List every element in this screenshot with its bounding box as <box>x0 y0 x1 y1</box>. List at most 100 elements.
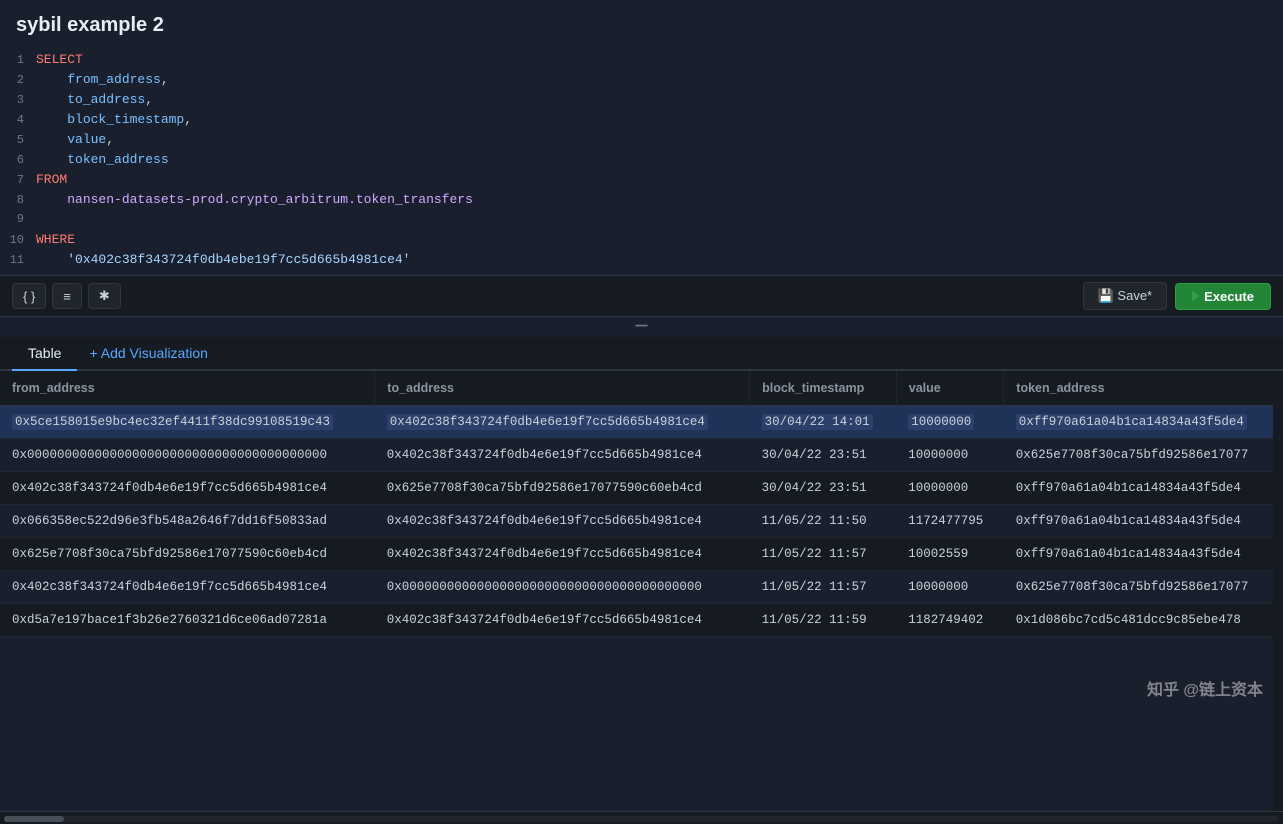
cell-block_timestamp: 30/04/22 23:51 <box>750 439 897 472</box>
table-header-row: from_address to_address block_timestamp … <box>0 371 1283 406</box>
add-visualization-button[interactable]: + Add Visualization <box>77 337 219 369</box>
cell-token_address: 0x1d086bc7cd5c481dcc9c85ebe478 <box>1004 604 1283 637</box>
line-number: 8 <box>0 193 36 207</box>
watermark: 知乎 @链上资本 <box>1147 676 1263 700</box>
table-row[interactable]: 0x066358ec522d96e3fb548a2646f7dd16f50833… <box>0 505 1283 538</box>
vertical-scrollbar[interactable] <box>1273 371 1283 811</box>
cell-block_timestamp: 30/04/22 14:01 <box>750 406 897 439</box>
cell-token_address: 0xff970a61a04b1ca14834a43f5de4 <box>1004 406 1283 439</box>
code-line-2: 2 from_address, <box>0 71 1283 91</box>
col-to-address: to_address <box>375 371 750 406</box>
code-line-9: 9 <box>0 211 1283 231</box>
cell-to_address: 0x625e7708f30ca75bfd92586e17077590c60eb4… <box>375 472 750 505</box>
horizontal-scrollbar[interactable] <box>0 811 1283 824</box>
line-content: block_timestamp, <box>36 112 192 127</box>
scrollbar-thumb <box>4 816 64 822</box>
line-number: 1 <box>0 53 36 67</box>
line-number: 9 <box>0 212 36 226</box>
code-line-6: 6 token_address <box>0 151 1283 171</box>
cell-block_timestamp: 11/05/22 11:50 <box>750 505 897 538</box>
line-number: 11 <box>0 253 36 267</box>
code-line-11: 11 '0x402c38f343724f0db4ebe19f7cc5d665b4… <box>0 251 1283 271</box>
toolbar-left: { } ≡ ✱ <box>12 283 121 309</box>
cell-block_timestamp: 11/05/22 11:57 <box>750 538 897 571</box>
cell-block_timestamp: 11/05/22 11:59 <box>750 604 897 637</box>
cell-value: 10000000 <box>896 439 1004 472</box>
results-table: from_address to_address block_timestamp … <box>0 371 1283 637</box>
save-label: Save* <box>1117 288 1152 303</box>
cell-to_address: 0x00000000000000000000000000000000000000… <box>375 571 750 604</box>
line-content: nansen-datasets-prod.crypto_arbitrum.tok… <box>36 192 473 207</box>
table-area[interactable]: from_address to_address block_timestamp … <box>0 371 1283 811</box>
save-button[interactable]: 💾 Save* <box>1083 282 1168 310</box>
cell-token_address: 0x625e7708f30ca75bfd92586e17077 <box>1004 571 1283 604</box>
cell-to_address: 0x402c38f343724f0db4e6e19f7cc5d665b4981c… <box>375 604 750 637</box>
cell-value: 1172477795 <box>896 505 1004 538</box>
code-line-1: 1SELECT <box>0 51 1283 71</box>
code-line-8: 8 nansen-datasets-prod.crypto_arbitrum.t… <box>0 191 1283 211</box>
line-number: 4 <box>0 113 36 127</box>
cell-from_address: 0x00000000000000000000000000000000000000… <box>0 439 375 472</box>
cell-block_timestamp: 11/05/22 11:57 <box>750 571 897 604</box>
line-content: SELECT <box>36 52 83 67</box>
format-list-button[interactable]: ≡ <box>52 283 82 309</box>
code-lines: 1SELECT2 from_address,3 to_address,4 blo… <box>0 47 1283 275</box>
drag-handle[interactable]: ━━ <box>0 317 1283 337</box>
line-content: WHERE <box>36 232 75 247</box>
line-number: 6 <box>0 153 36 167</box>
table-row[interactable]: 0x402c38f343724f0db4e6e19f7cc5d665b4981c… <box>0 571 1283 604</box>
toolbar: { } ≡ ✱ 💾 Save* Execute <box>0 276 1283 317</box>
line-number: 2 <box>0 73 36 87</box>
col-token-address: token_address <box>1004 371 1283 406</box>
line-content: to_address, <box>36 92 153 107</box>
code-line-5: 5 value, <box>0 131 1283 151</box>
save-icon: 💾 <box>1098 288 1114 303</box>
scrollbar-track <box>4 816 1279 822</box>
cell-token_address: 0xff970a61a04b1ca14834a43f5de4 <box>1004 472 1283 505</box>
cell-token_address: 0x625e7708f30ca75bfd92586e17077 <box>1004 439 1283 472</box>
table-row[interactable]: 0x00000000000000000000000000000000000000… <box>0 439 1283 472</box>
line-number: 3 <box>0 93 36 107</box>
line-number: 10 <box>0 233 36 247</box>
execute-button[interactable]: Execute <box>1175 283 1271 310</box>
col-value: value <box>896 371 1004 406</box>
format-star-button[interactable]: ✱ <box>88 283 121 309</box>
line-content: token_address <box>36 152 169 167</box>
table-row[interactable]: 0x5ce158015e9bc4ec32ef4411f38dc99108519c… <box>0 406 1283 439</box>
execute-icon <box>1192 291 1200 301</box>
execute-label: Execute <box>1204 289 1254 304</box>
cell-from_address: 0x625e7708f30ca75bfd92586e17077590c60eb4… <box>0 538 375 571</box>
cell-value: 1182749402 <box>896 604 1004 637</box>
col-block-timestamp: block_timestamp <box>750 371 897 406</box>
cell-block_timestamp: 30/04/22 23:51 <box>750 472 897 505</box>
cell-to_address: 0x402c38f343724f0db4e6e19f7cc5d665b4981c… <box>375 439 750 472</box>
cell-value: 10000000 <box>896 571 1004 604</box>
toolbar-right: 💾 Save* Execute <box>1083 282 1271 310</box>
code-line-3: 3 to_address, <box>0 91 1283 111</box>
table-body: 0x5ce158015e9bc4ec32ef4411f38dc99108519c… <box>0 406 1283 637</box>
table-row[interactable]: 0x625e7708f30ca75bfd92586e17077590c60eb4… <box>0 538 1283 571</box>
cell-from_address: 0xd5a7e197bace1f3b26e2760321d6ce06ad0728… <box>0 604 375 637</box>
line-content: '0x402c38f343724f0db4ebe19f7cc5d665b4981… <box>36 252 410 267</box>
page-title: sybil example 2 <box>0 0 1283 47</box>
tab-table[interactable]: Table <box>12 337 77 371</box>
code-line-10: 10WHERE <box>0 231 1283 251</box>
code-editor[interactable]: 1SELECT2 from_address,3 to_address,4 blo… <box>0 47 1283 276</box>
cell-from_address: 0x5ce158015e9bc4ec32ef4411f38dc99108519c… <box>0 406 375 439</box>
table-row[interactable]: 0x402c38f343724f0db4e6e19f7cc5d665b4981c… <box>0 472 1283 505</box>
code-line-7: 7FROM <box>0 171 1283 191</box>
cell-value: 10002559 <box>896 538 1004 571</box>
cell-from_address: 0x402c38f343724f0db4e6e19f7cc5d665b4981c… <box>0 472 375 505</box>
cell-from_address: 0x402c38f343724f0db4e6e19f7cc5d665b4981c… <box>0 571 375 604</box>
table-row[interactable]: 0xd5a7e197bace1f3b26e2760321d6ce06ad0728… <box>0 604 1283 637</box>
line-number: 5 <box>0 133 36 147</box>
cell-from_address: 0x066358ec522d96e3fb548a2646f7dd16f50833… <box>0 505 375 538</box>
cell-to_address: 0x402c38f343724f0db4e6e19f7cc5d665b4981c… <box>375 538 750 571</box>
cell-value: 10000000 <box>896 472 1004 505</box>
cell-to_address: 0x402c38f343724f0db4e6e19f7cc5d665b4981c… <box>375 406 750 439</box>
format-json-button[interactable]: { } <box>12 283 46 309</box>
cell-value: 10000000 <box>896 406 1004 439</box>
code-line-4: 4 block_timestamp, <box>0 111 1283 131</box>
cell-to_address: 0x402c38f343724f0db4e6e19f7cc5d665b4981c… <box>375 505 750 538</box>
line-number: 7 <box>0 173 36 187</box>
